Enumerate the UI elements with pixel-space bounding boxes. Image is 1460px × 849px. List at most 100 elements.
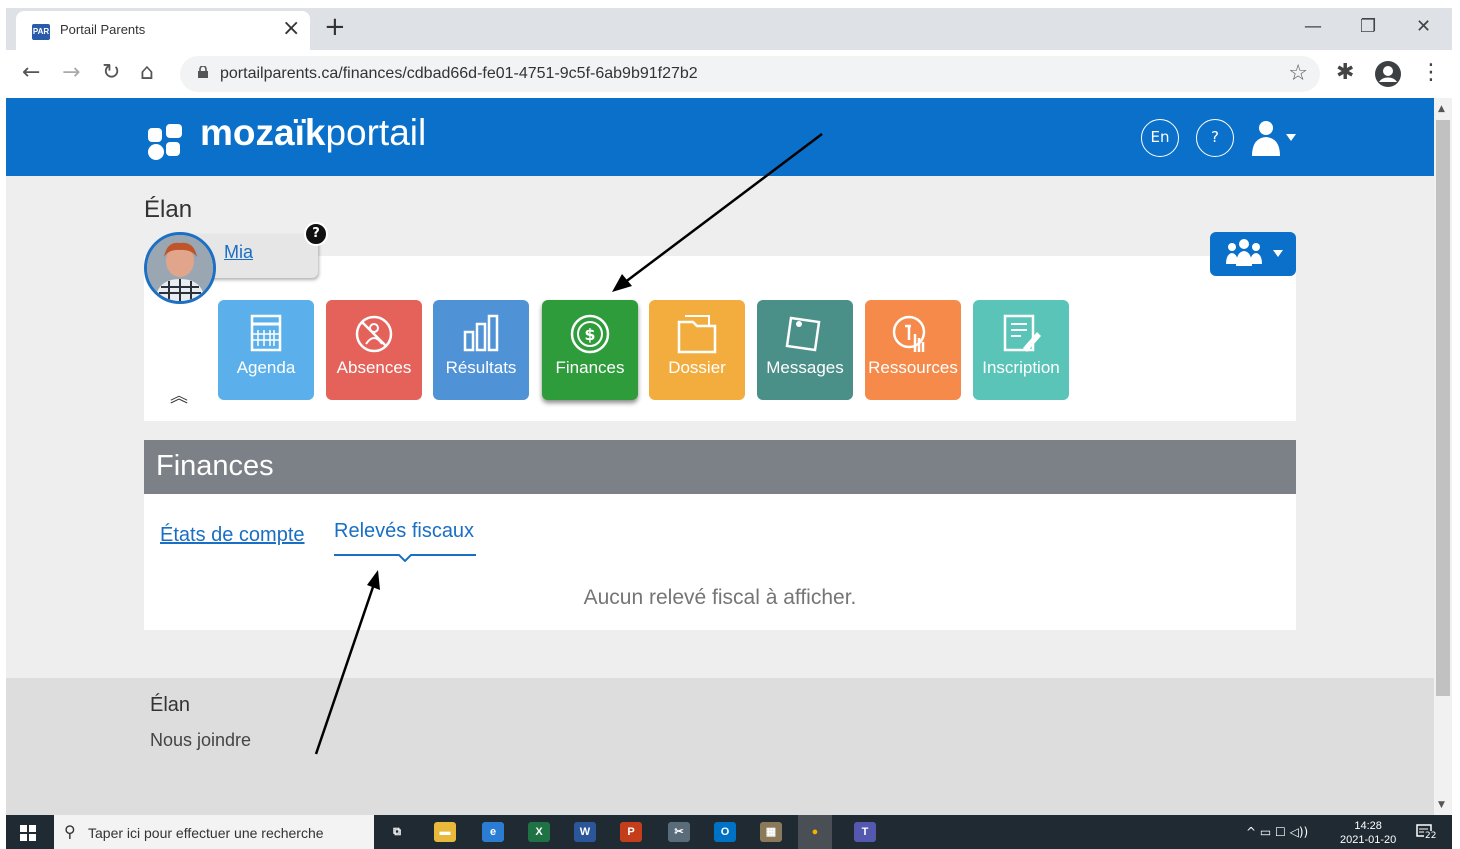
finances-panel: États de compte Relevés fiscaux Aucun re…: [144, 494, 1296, 630]
tile-label: Résultats: [445, 358, 517, 377]
clock-time: 14:28: [1354, 820, 1382, 832]
tab-strip: PAR Portail Parents × + — ❐ ✕: [6, 8, 1452, 50]
tile-finances[interactable]: $ Finances: [542, 300, 638, 400]
tile-absences[interactable]: Absences: [326, 300, 422, 400]
site-footer: Élan Nous joindre: [6, 678, 1434, 815]
tile-inscription[interactable]: Inscription: [973, 300, 1069, 400]
snipping-icon[interactable]: ✂: [668, 822, 690, 842]
tile-dossier[interactable]: Dossier: [649, 300, 745, 400]
clock-date: 2021-01-20: [1340, 834, 1397, 846]
help-button[interactable]: ?: [1196, 119, 1234, 157]
logo-light: portail: [325, 112, 427, 153]
notification-icon[interactable]: 22: [1416, 823, 1438, 841]
browser-window: PAR Portail Parents × + — ❐ ✕ ← → ↻ ⌂ po…: [6, 8, 1452, 849]
logo-text[interactable]: mozaïkportail: [200, 112, 426, 154]
message-icon: [785, 316, 821, 352]
task-view-icon[interactable]: ⧉: [386, 822, 408, 842]
edge-icon[interactable]: e: [482, 822, 504, 842]
home-icon[interactable]: ⌂: [140, 60, 154, 86]
footer-school-name: Élan: [150, 694, 191, 716]
group-icon: [1226, 239, 1283, 266]
excel-icon[interactable]: X: [528, 822, 550, 842]
tile-label: Finances: [555, 358, 625, 377]
dollar-icon: $: [570, 314, 610, 354]
tab-title: Portail Parents: [60, 22, 146, 37]
powerpoint-icon[interactable]: P: [620, 822, 642, 842]
tile-label: Messages: [766, 358, 844, 377]
search-icon: ⚲: [64, 822, 76, 841]
contact-link[interactable]: Nous joindre: [150, 730, 251, 751]
tile-label: Agenda: [236, 358, 296, 377]
school-name: Élan: [144, 196, 193, 223]
avatar-photo: [147, 235, 213, 301]
windows-taskbar: ⚲ Taper ici pour effectuer une recherche…: [6, 815, 1452, 849]
mozaik-logo-icon: [148, 124, 182, 160]
profile-icon[interactable]: [1374, 60, 1402, 88]
browser-toolbar: ← → ↻ ⌂ portailparents.ca/finances/cdbad…: [6, 50, 1452, 98]
child-avatar: [144, 232, 216, 304]
tile-resultats[interactable]: Résultats: [433, 300, 529, 400]
lock-icon: [198, 66, 208, 78]
svg-text:$: $: [584, 325, 595, 344]
child-name-link[interactable]: Mia: [224, 242, 253, 263]
tile-label: Inscription: [982, 358, 1060, 377]
chrome-icon[interactable]: ●: [798, 815, 832, 849]
close-tab-icon[interactable]: ×: [282, 17, 300, 41]
favicon-icon: PAR: [32, 24, 50, 40]
children-group-button[interactable]: [1210, 232, 1296, 276]
tile-label: Dossier: [668, 358, 726, 377]
language-button[interactable]: En: [1141, 119, 1179, 157]
menu-dots-icon[interactable]: ⋮: [1420, 59, 1442, 87]
file-explorer-icon[interactable]: ▬: [434, 822, 456, 842]
system-tray-icons[interactable]: ^ ▭ ☐ ◁)): [1246, 825, 1308, 839]
outlook-icon[interactable]: O: [714, 822, 736, 842]
scroll-up-icon[interactable]: ▲: [1438, 104, 1445, 114]
finances-header: Finances: [144, 440, 1296, 494]
back-icon[interactable]: ←: [22, 60, 40, 86]
calendar-icon: [250, 314, 282, 352]
restore-icon[interactable]: ❐: [1360, 14, 1376, 40]
browser-tab[interactable]: PAR Portail Parents ×: [16, 11, 310, 50]
empty-state-message: Aucun relevé fiscal à afficher.: [583, 586, 857, 609]
taskbar-search[interactable]: ⚲ Taper ici pour effectuer une recherche: [54, 815, 374, 849]
forward-icon[interactable]: →: [62, 60, 80, 86]
minimize-icon[interactable]: —: [1304, 14, 1322, 40]
section-title: Finances: [156, 450, 274, 482]
inscription-icon: [1003, 314, 1041, 352]
scroll-down-icon[interactable]: ▼: [1438, 800, 1445, 810]
url-text: portailparents.ca/finances/cdbad66d-fe01…: [220, 65, 698, 82]
resources-icon: [892, 315, 926, 352]
close-window-icon[interactable]: ✕: [1416, 14, 1431, 40]
search-placeholder: Taper ici pour effectuer une recherche: [88, 825, 324, 841]
bookmark-star-icon[interactable]: ☆: [1288, 61, 1308, 86]
tile-messages[interactable]: Messages: [757, 300, 853, 400]
user-menu-icon[interactable]: [1250, 120, 1298, 156]
tile-label: Absences: [336, 358, 412, 377]
notification-count: 22: [1424, 831, 1438, 841]
active-tab-caret-icon: [398, 554, 412, 562]
child-help-icon[interactable]: ?: [304, 222, 328, 246]
tab-etats-de-compte[interactable]: États de compte: [160, 524, 305, 547]
extensions-icon[interactable]: ✱: [1336, 59, 1354, 87]
absence-icon: [355, 315, 393, 353]
teams-icon[interactable]: T: [854, 822, 876, 842]
logo-bold: mozaïk: [200, 112, 326, 153]
photo-app-icon[interactable]: ▦: [760, 822, 782, 842]
new-tab-icon[interactable]: +: [324, 12, 346, 42]
site-header: mozaïkportail En ?: [6, 98, 1434, 176]
windows-start-icon[interactable]: [20, 825, 36, 841]
tile-agenda[interactable]: Agenda: [218, 300, 314, 400]
tile-ressources[interactable]: Ressources: [865, 300, 961, 400]
page-scrollbar[interactable]: ▲ ▼: [1434, 98, 1452, 815]
address-bar[interactable]: portailparents.ca/finances/cdbad66d-fe01…: [180, 56, 1320, 92]
results-chart-icon: [463, 314, 499, 352]
reload-icon[interactable]: ↻: [102, 60, 120, 86]
folder-icon: [677, 315, 717, 354]
word-icon[interactable]: W: [574, 822, 596, 842]
tile-label: Ressources: [868, 358, 958, 377]
scroll-thumb[interactable]: [1436, 120, 1450, 696]
web-page: mozaïkportail En ? Élan Mia ? Agenda Abs…: [6, 98, 1434, 815]
collapse-chevron-icon[interactable]: ︽: [170, 388, 188, 406]
taskbar-clock[interactable]: 14:28 2021-01-20: [1340, 819, 1396, 847]
tab-releves-fiscaux[interactable]: Relevés fiscaux: [334, 520, 474, 543]
